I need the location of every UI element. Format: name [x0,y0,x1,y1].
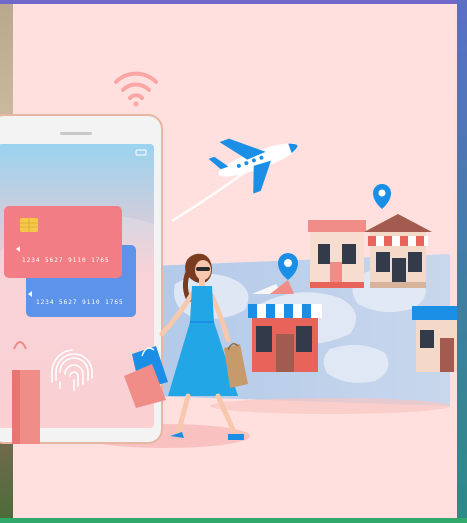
credit-card-red [4,206,122,278]
illustration-frame: 1234 5627 9110 1765 1234 5627 9110 1765 [0,0,467,523]
location-pin-icon [373,184,391,209]
frame-border-bottom [0,518,467,523]
wifi-icon [114,71,158,107]
frame-border-right [457,0,467,523]
illustration-canvas: 1234 5627 9110 1765 1234 5627 9110 1765 [0,4,457,518]
shop-building [308,220,366,288]
shop-building [412,306,457,372]
shop-building [364,214,432,288]
card-number-front: 1234 5627 9110 1765 [22,257,110,264]
card-number-back: 1234 5627 9110 1765 [36,299,124,306]
